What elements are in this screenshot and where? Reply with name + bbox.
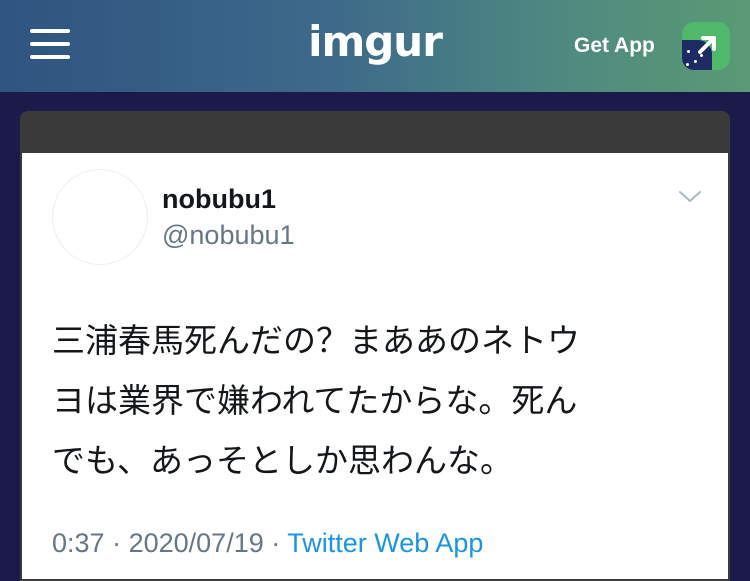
tweet-meta: 0:37 · 2020/07/19 · Twitter Web App (52, 526, 483, 560)
menu-bar-line (30, 29, 70, 33)
menu-bar-line (30, 42, 70, 46)
chevron-down-icon[interactable] (678, 189, 702, 205)
arrow-icon (698, 36, 716, 54)
tweet-date: 2020/07/19 (128, 528, 264, 558)
imgur-top-bar: imgur Get App (0, 0, 750, 92)
avatar[interactable] (52, 169, 148, 265)
menu-bar-line (30, 55, 70, 59)
tweet-line: でも、あっそとしか思わんな。 (52, 441, 514, 480)
tweet-line: 三浦春馬死んだの？まああのネトウ (52, 321, 580, 360)
tweet-time: 0:37 (52, 528, 105, 558)
user-handle[interactable]: @nobubu1 (162, 219, 295, 251)
tweet-line: ヨは業界で嫌われてたからな。死ん (52, 381, 578, 420)
tweet-source-link[interactable]: Twitter Web App (287, 528, 483, 558)
tweet-text: 三浦春馬死んだの？まああのネトウ ヨは業界で嫌われてたからな。死ん でも、あっそ… (52, 311, 712, 491)
hamburger-menu-icon[interactable] (30, 29, 70, 61)
tweet-card: nobubu1 @nobubu1 三浦春馬死んだの？まああのネトウ ヨは業界で嫌… (22, 153, 728, 579)
imgur-logo[interactable]: imgur (305, 16, 445, 68)
get-app-link[interactable]: Get App (574, 33, 655, 59)
display-name[interactable]: nobubu1 (162, 183, 276, 215)
imgur-app-icon[interactable] (682, 22, 730, 70)
meta-separator: · (271, 528, 281, 558)
meta-separator: · (112, 528, 122, 558)
